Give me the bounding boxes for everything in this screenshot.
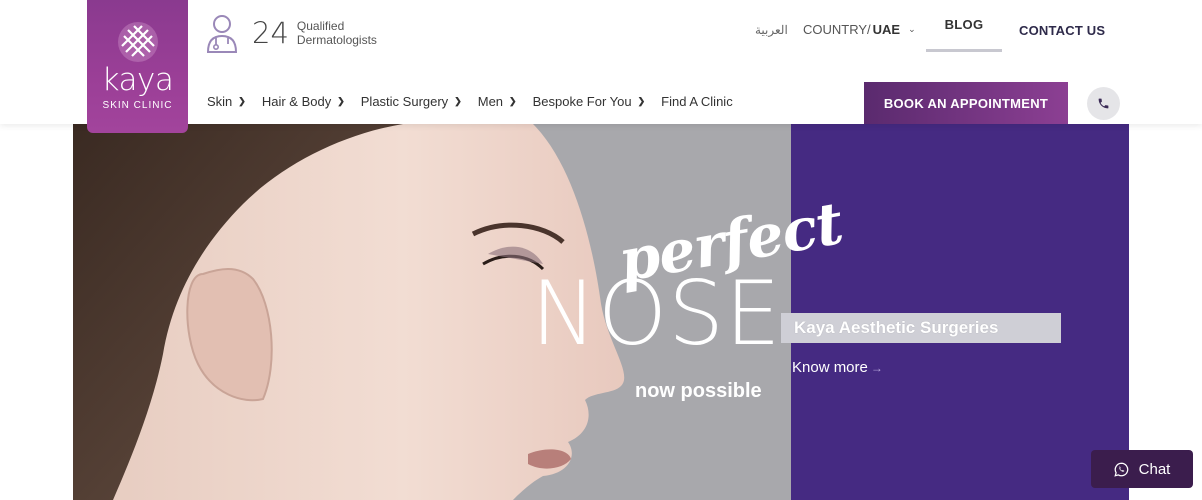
book-appointment-button[interactable]: BOOK AN APPOINTMENT — [864, 82, 1068, 124]
dermatologists-label-line2: Dermatologists — [296, 33, 377, 47]
nav-item-men[interactable]: Men ❯ — [478, 94, 517, 109]
logo-subtitle: SKIN CLINIC — [102, 100, 173, 111]
country-value: UAE — [872, 22, 901, 37]
nav-item-plastic-surgery[interactable]: Plastic Surgery ❯ — [361, 94, 462, 109]
nav-item-label: Hair & Body — [261, 94, 332, 109]
nav-item-skin[interactable]: Skin ❯ — [207, 94, 246, 109]
nav-item-label: Plastic Surgery — [360, 94, 449, 109]
nav-item-label: Skin — [207, 94, 233, 109]
nav-item-label: Bespoke For You — [532, 94, 632, 109]
dermatologists-label-line1: Qualified — [296, 19, 345, 33]
dermatologists-label: Qualified Dermatologists — [297, 19, 377, 47]
chevron-down-icon: ❯ — [337, 96, 345, 106]
hero-caption-surgeries: Kaya Aesthetic Surgeries — [781, 313, 1061, 343]
kaya-logo-mark-icon — [117, 22, 158, 62]
contact-us-link[interactable]: CONTACT US — [1019, 23, 1105, 38]
hero-banner[interactable]: perfect NOSE now possible — [73, 124, 1129, 500]
main-nav: Skin ❯ Hair & Body ❯ Plastic Surgery ❯ Men ❯… — [207, 94, 749, 109]
chevron-down-icon: ❯ — [637, 96, 646, 106]
dermatologists-count: 24 — [252, 16, 289, 50]
country-selector[interactable]: COUNTRY/ UAE ⌄ — [803, 22, 916, 37]
arrow-right-icon: → — [870, 361, 883, 375]
hero-subheadline: now possible — [635, 380, 762, 402]
chevron-down-icon: ⌄ — [908, 24, 916, 34]
blog-link[interactable]: BLOG — [926, 0, 1002, 52]
nav-item-find-clinic[interactable]: Find A Clinic — [661, 94, 733, 109]
chevron-down-icon: ❯ — [509, 96, 517, 106]
whatsapp-icon — [1114, 462, 1128, 477]
know-more-label: Know more — [792, 359, 868, 376]
logo-wordmark: kaya — [101, 62, 174, 98]
know-more-link[interactable]: Know more → — [792, 359, 883, 376]
nav-item-label: Men — [477, 94, 504, 109]
arabic-language-link[interactable]: العربية — [755, 23, 788, 37]
phone-icon — [1098, 98, 1109, 109]
nav-item-bespoke[interactable]: Bespoke For You ❯ — [533, 94, 646, 109]
hero-headline-nose: NOSE — [531, 262, 782, 365]
kaya-logo[interactable]: kaya SKIN CLINIC — [87, 0, 188, 133]
dermatologists-counter: 24 Qualified Dermatologists — [203, 12, 377, 54]
chat-button[interactable]: Chat — [1091, 450, 1193, 488]
phone-button[interactable] — [1087, 87, 1120, 120]
nav-item-label: Find A Clinic — [661, 94, 733, 109]
chat-label: Chat — [1138, 460, 1171, 478]
chevron-down-icon: ❯ — [238, 96, 246, 106]
hero-purple-panel — [791, 124, 1129, 500]
country-label: COUNTRY/ — [803, 22, 871, 37]
nav-item-hair-body[interactable]: Hair & Body ❯ — [262, 94, 345, 109]
doctor-icon — [206, 15, 238, 53]
chevron-down-icon: ❯ — [454, 96, 462, 106]
